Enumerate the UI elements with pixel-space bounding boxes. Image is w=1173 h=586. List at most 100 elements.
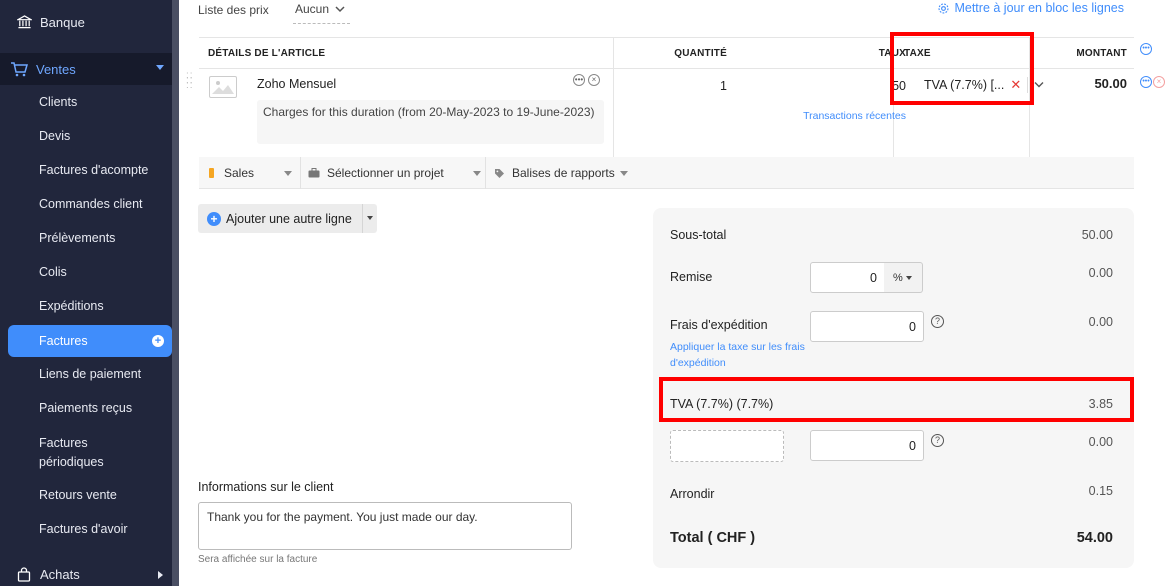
- discount-input-value: 0: [870, 270, 877, 285]
- caret-down-icon[interactable]: [367, 216, 373, 220]
- customer-notes-hint: Sera affichée sur la facture: [198, 554, 318, 565]
- sidebar-scrollbar[interactable]: [172, 0, 179, 586]
- customer-notes-input[interactable]: Thank you for the payment. You just made…: [198, 502, 572, 550]
- cart-icon: [10, 61, 28, 77]
- recent-transactions-link[interactable]: Transactions récentes: [759, 110, 906, 122]
- adjustment-label-input[interactable]: [670, 430, 784, 462]
- image-placeholder-icon[interactable]: [209, 76, 237, 98]
- caret-down-icon: [905, 275, 912, 280]
- sidebar-item-factures[interactable]: Factures +: [8, 325, 172, 357]
- sidebar-item-banque[interactable]: Banque: [16, 12, 188, 32]
- sidebar: Banque Ventes Clients Devis Factures d'a…: [0, 0, 179, 586]
- remove-tax-icon[interactable]: ✕: [1010, 77, 1021, 93]
- add-another-line-button[interactable]: + Ajouter une autre ligne: [198, 204, 377, 233]
- quantity-input[interactable]: 1: [607, 79, 727, 93]
- subtotal-value: 50.00: [1081, 228, 1113, 242]
- sidebar-section-label: Ventes: [36, 61, 76, 77]
- drag-handle-icon[interactable]: ::::::: [186, 71, 194, 91]
- line-tags-bar: Sales Sélectionner un projet Balises de …: [199, 157, 1134, 189]
- bulk-update-link[interactable]: Mettre à jour en bloc les lignes: [937, 1, 1124, 15]
- caret-down-icon: [284, 170, 293, 176]
- customer-notes-label: Informations sur le client: [198, 480, 334, 494]
- rounding-value: 0.15: [1088, 484, 1113, 498]
- sidebar-item-label: Achats: [40, 566, 80, 582]
- row-actions: ••• ×: [1140, 76, 1165, 88]
- delete-row-icon[interactable]: ×: [1153, 76, 1165, 88]
- row-options-icon[interactable]: •••: [1140, 76, 1152, 88]
- shopping-bag-icon: [16, 566, 32, 582]
- sidebar-item-label: Factures périodiques: [39, 436, 104, 469]
- sidebar-item-label: Paiements reçus: [39, 401, 133, 415]
- pricelist-value: Aucun: [295, 2, 330, 16]
- sidebar-item-label: Colis: [39, 265, 67, 279]
- column-amount: MONTANT: [1076, 47, 1127, 59]
- column-options-icon[interactable]: •••: [1140, 43, 1152, 55]
- project-select[interactable]: Sélectionner un projet: [308, 157, 481, 189]
- reporting-tags-value: Balises de rapports: [512, 166, 615, 180]
- add-invoice-icon[interactable]: +: [152, 335, 164, 347]
- adjustment-value: 0.00: [1088, 435, 1113, 449]
- bank-icon: [16, 14, 32, 30]
- briefcase-icon: [308, 168, 320, 178]
- project-value: Sélectionner un projet: [327, 166, 444, 180]
- discount-value: 0.00: [1088, 266, 1113, 280]
- rounding-label: Arrondir: [670, 487, 715, 501]
- more-options-icon[interactable]: •••: [573, 74, 585, 86]
- sidebar-item-label: Prélèvements: [39, 231, 116, 245]
- sidebar-section-ventes[interactable]: Ventes: [0, 53, 172, 85]
- shipping-input-value: 0: [909, 319, 916, 334]
- clear-item-icon[interactable]: ×: [588, 74, 600, 86]
- bulk-update-label: Mettre à jour en bloc les lignes: [954, 1, 1124, 15]
- column-rate: TAUX: [759, 38, 906, 68]
- divider: [362, 204, 363, 233]
- total-value: 54.00: [1076, 530, 1113, 546]
- tax-select[interactable]: TVA (7.7%) [... ✕: [924, 77, 1044, 93]
- help-icon[interactable]: ?: [931, 434, 944, 447]
- item-description[interactable]: Charges for this duration (from 20-May-2…: [257, 100, 604, 144]
- tax-label: TVA (7.7%) (7.7%): [670, 397, 774, 411]
- tax-value: TVA (7.7%) [...: [924, 78, 1005, 92]
- divider: [485, 157, 486, 189]
- sidebar-item-label: Devis: [39, 129, 71, 143]
- tag-icon: [494, 168, 505, 179]
- discount-input[interactable]: 0: [810, 262, 885, 293]
- divider: [300, 157, 301, 189]
- caret-down-icon: [472, 170, 481, 176]
- discount-label: Remise: [670, 270, 713, 284]
- adjustment-input[interactable]: 0: [810, 430, 924, 461]
- account-select[interactable]: Sales: [209, 157, 293, 189]
- account-value: Sales: [224, 166, 255, 180]
- sidebar-item-label: Retours vente: [39, 488, 117, 502]
- apply-shipping-tax-link[interactable]: Appliquer la taxe sur les frais d'expédi…: [670, 339, 810, 371]
- table-row: :::::: Zoho Mensuel ••• × Charges for th…: [186, 69, 1134, 157]
- sidebar-item-label: Factures d'acompte: [39, 163, 149, 177]
- add-line-label: Ajouter une autre ligne: [226, 211, 352, 226]
- invoice-editor: Liste des prix Aucun Mettre à jour en bl…: [179, 0, 1173, 586]
- discount-unit-select[interactable]: %: [884, 262, 923, 293]
- pricelist-select[interactable]: Aucun: [293, 2, 350, 24]
- discount-unit-value: %: [893, 271, 903, 284]
- item-actions: ••• ×: [573, 74, 600, 86]
- totals-panel: Sous-total 50.00 Remise 0 % 0.00 Frais d…: [653, 208, 1134, 568]
- rate-input[interactable]: 50: [759, 79, 906, 93]
- sidebar-item-factures-periodiques[interactable]: Factures périodiques: [39, 434, 129, 472]
- sidebar-item-label: Commandes client: [39, 197, 143, 211]
- caret-right-icon: [158, 571, 163, 579]
- shipping-value: 0.00: [1088, 315, 1113, 329]
- item-name[interactable]: Zoho Mensuel: [257, 77, 336, 91]
- account-icon: [209, 168, 214, 178]
- chevron-down-icon: [335, 5, 345, 16]
- column-tax: TAXE: [904, 47, 931, 59]
- items-table-header: DÉTAILS DE L'ARTICLE QUANTITÉ TAUX TAXE …: [199, 37, 1134, 69]
- sidebar-item-label: Factures: [39, 334, 88, 348]
- caret-down-icon: [619, 170, 628, 176]
- shipping-input[interactable]: 0: [810, 311, 924, 342]
- reporting-tags-select[interactable]: Balises de rapports: [494, 157, 628, 189]
- pricelist-label: Liste des prix: [198, 3, 269, 17]
- caret-down-icon: [156, 65, 164, 70]
- column-quantity: QUANTITÉ: [674, 47, 727, 59]
- help-icon[interactable]: ?: [931, 315, 944, 328]
- column-item-details: DÉTAILS DE L'ARTICLE: [208, 47, 326, 59]
- sidebar-item-label: Clients: [39, 95, 78, 109]
- sidebar-item-label: Liens de paiement: [39, 367, 142, 381]
